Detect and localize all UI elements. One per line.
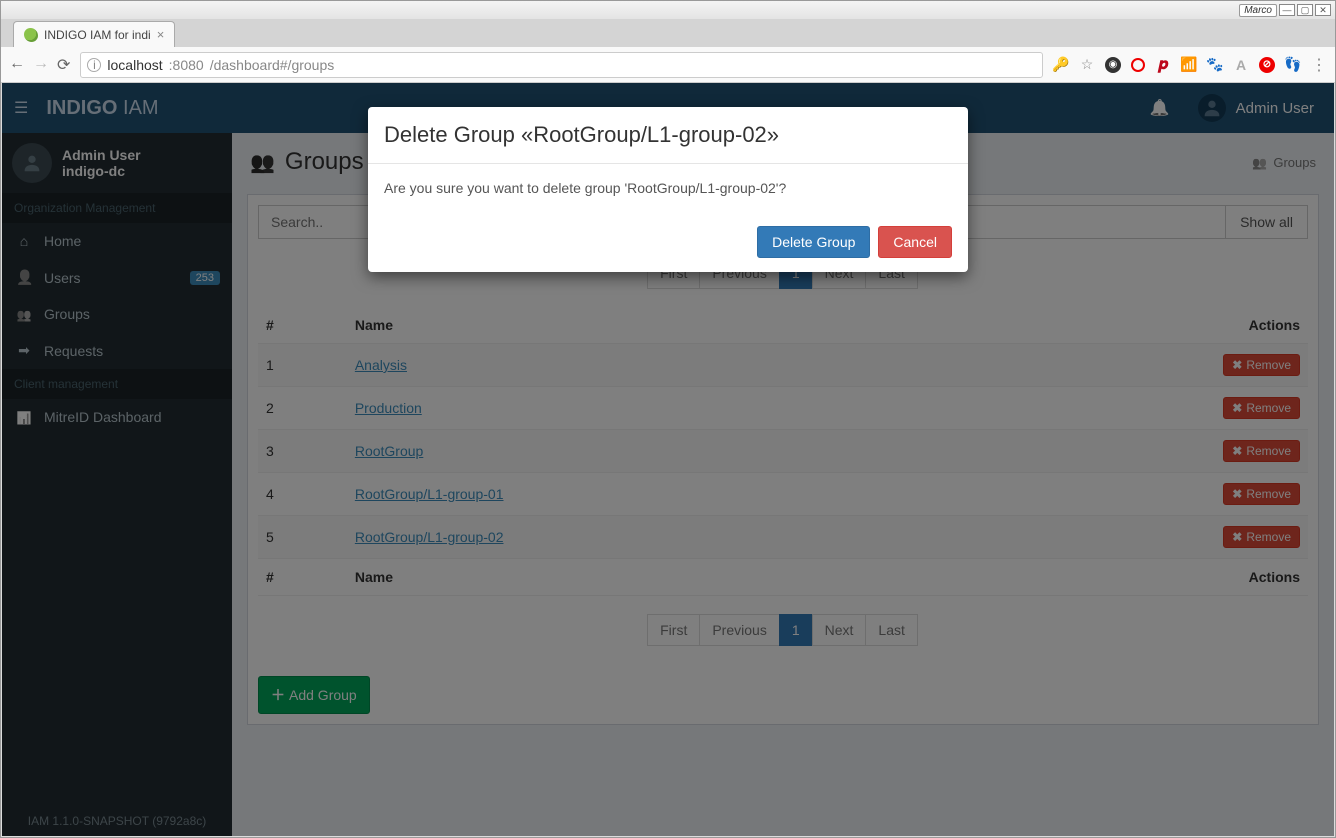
adblock-icon[interactable]: ⊘ — [1259, 57, 1275, 73]
reload-button[interactable]: ⟳ — [57, 55, 70, 75]
url-path: /dashboard#/groups — [210, 57, 335, 73]
modal-header: Delete Group «RootGroup/L1-group-02» — [368, 107, 968, 164]
ext-cat-icon[interactable]: 🐾 — [1207, 57, 1223, 73]
tab-title: INDIGO IAM for indi — [44, 28, 151, 42]
confirm-delete-button[interactable]: Delete Group — [757, 226, 870, 258]
app-viewport: ☰ INDIGO IAM Admin User Admin User indig… — [2, 83, 1334, 836]
browser-tab[interactable]: INDIGO IAM for indi × — [13, 21, 175, 47]
window-maximize-button[interactable]: ▢ — [1297, 4, 1313, 16]
ext-a-icon[interactable]: A — [1233, 57, 1249, 73]
window-close-button[interactable]: ✕ — [1315, 4, 1331, 16]
ext-eye-icon[interactable]: ◉ — [1105, 57, 1121, 73]
favicon-icon — [24, 28, 38, 42]
tab-close-icon[interactable]: × — [157, 27, 165, 42]
pinterest-icon[interactable]: 𝒑 — [1155, 57, 1171, 73]
window-minimize-button[interactable]: — — [1279, 4, 1295, 16]
modal-body: Are you sure you want to delete group 'R… — [368, 164, 968, 212]
key-icon[interactable]: 🔑 — [1053, 57, 1069, 73]
browser-menu-icon[interactable]: ⋮ — [1311, 57, 1327, 73]
modal-overlay[interactable]: Delete Group «RootGroup/L1-group-02» Are… — [2, 83, 1334, 836]
browser-tabstrip: INDIGO IAM for indi × — [1, 19, 1335, 47]
back-button[interactable]: ← — [9, 55, 25, 75]
address-bar[interactable]: i localhost :8080/dashboard#/groups — [80, 52, 1043, 78]
browser-toolbar: ← → ⟳ i localhost :8080/dashboard#/groups… — [1, 47, 1335, 83]
rss-icon[interactable]: 📶 — [1181, 57, 1197, 73]
modal-title: Delete Group «RootGroup/L1-group-02» — [384, 122, 952, 148]
bookmark-star-icon[interactable]: ☆ — [1079, 57, 1095, 73]
os-user-badge: Marco — [1239, 4, 1277, 17]
url-host: localhost — [107, 57, 162, 73]
modal-footer: Delete Group Cancel — [368, 212, 968, 272]
forward-button[interactable]: → — [33, 55, 49, 75]
extension-icons: 🔑 ☆ ◉ 𝒑 📶 🐾 A ⊘ 👣 ⋮ — [1053, 57, 1327, 73]
nav-buttons: ← → ⟳ — [9, 55, 70, 75]
confirm-delete-modal: Delete Group «RootGroup/L1-group-02» Are… — [368, 107, 968, 272]
os-titlebar: Marco — ▢ ✕ — [1, 1, 1335, 19]
ext-redring-icon[interactable] — [1131, 58, 1145, 72]
url-port: :8080 — [169, 57, 204, 73]
cancel-button[interactable]: Cancel — [878, 226, 952, 258]
gnome-icon[interactable]: 👣 — [1285, 57, 1301, 73]
site-info-icon[interactable]: i — [87, 58, 101, 72]
browser-window: Marco — ▢ ✕ INDIGO IAM for indi × ← → ⟳ … — [0, 0, 1336, 838]
